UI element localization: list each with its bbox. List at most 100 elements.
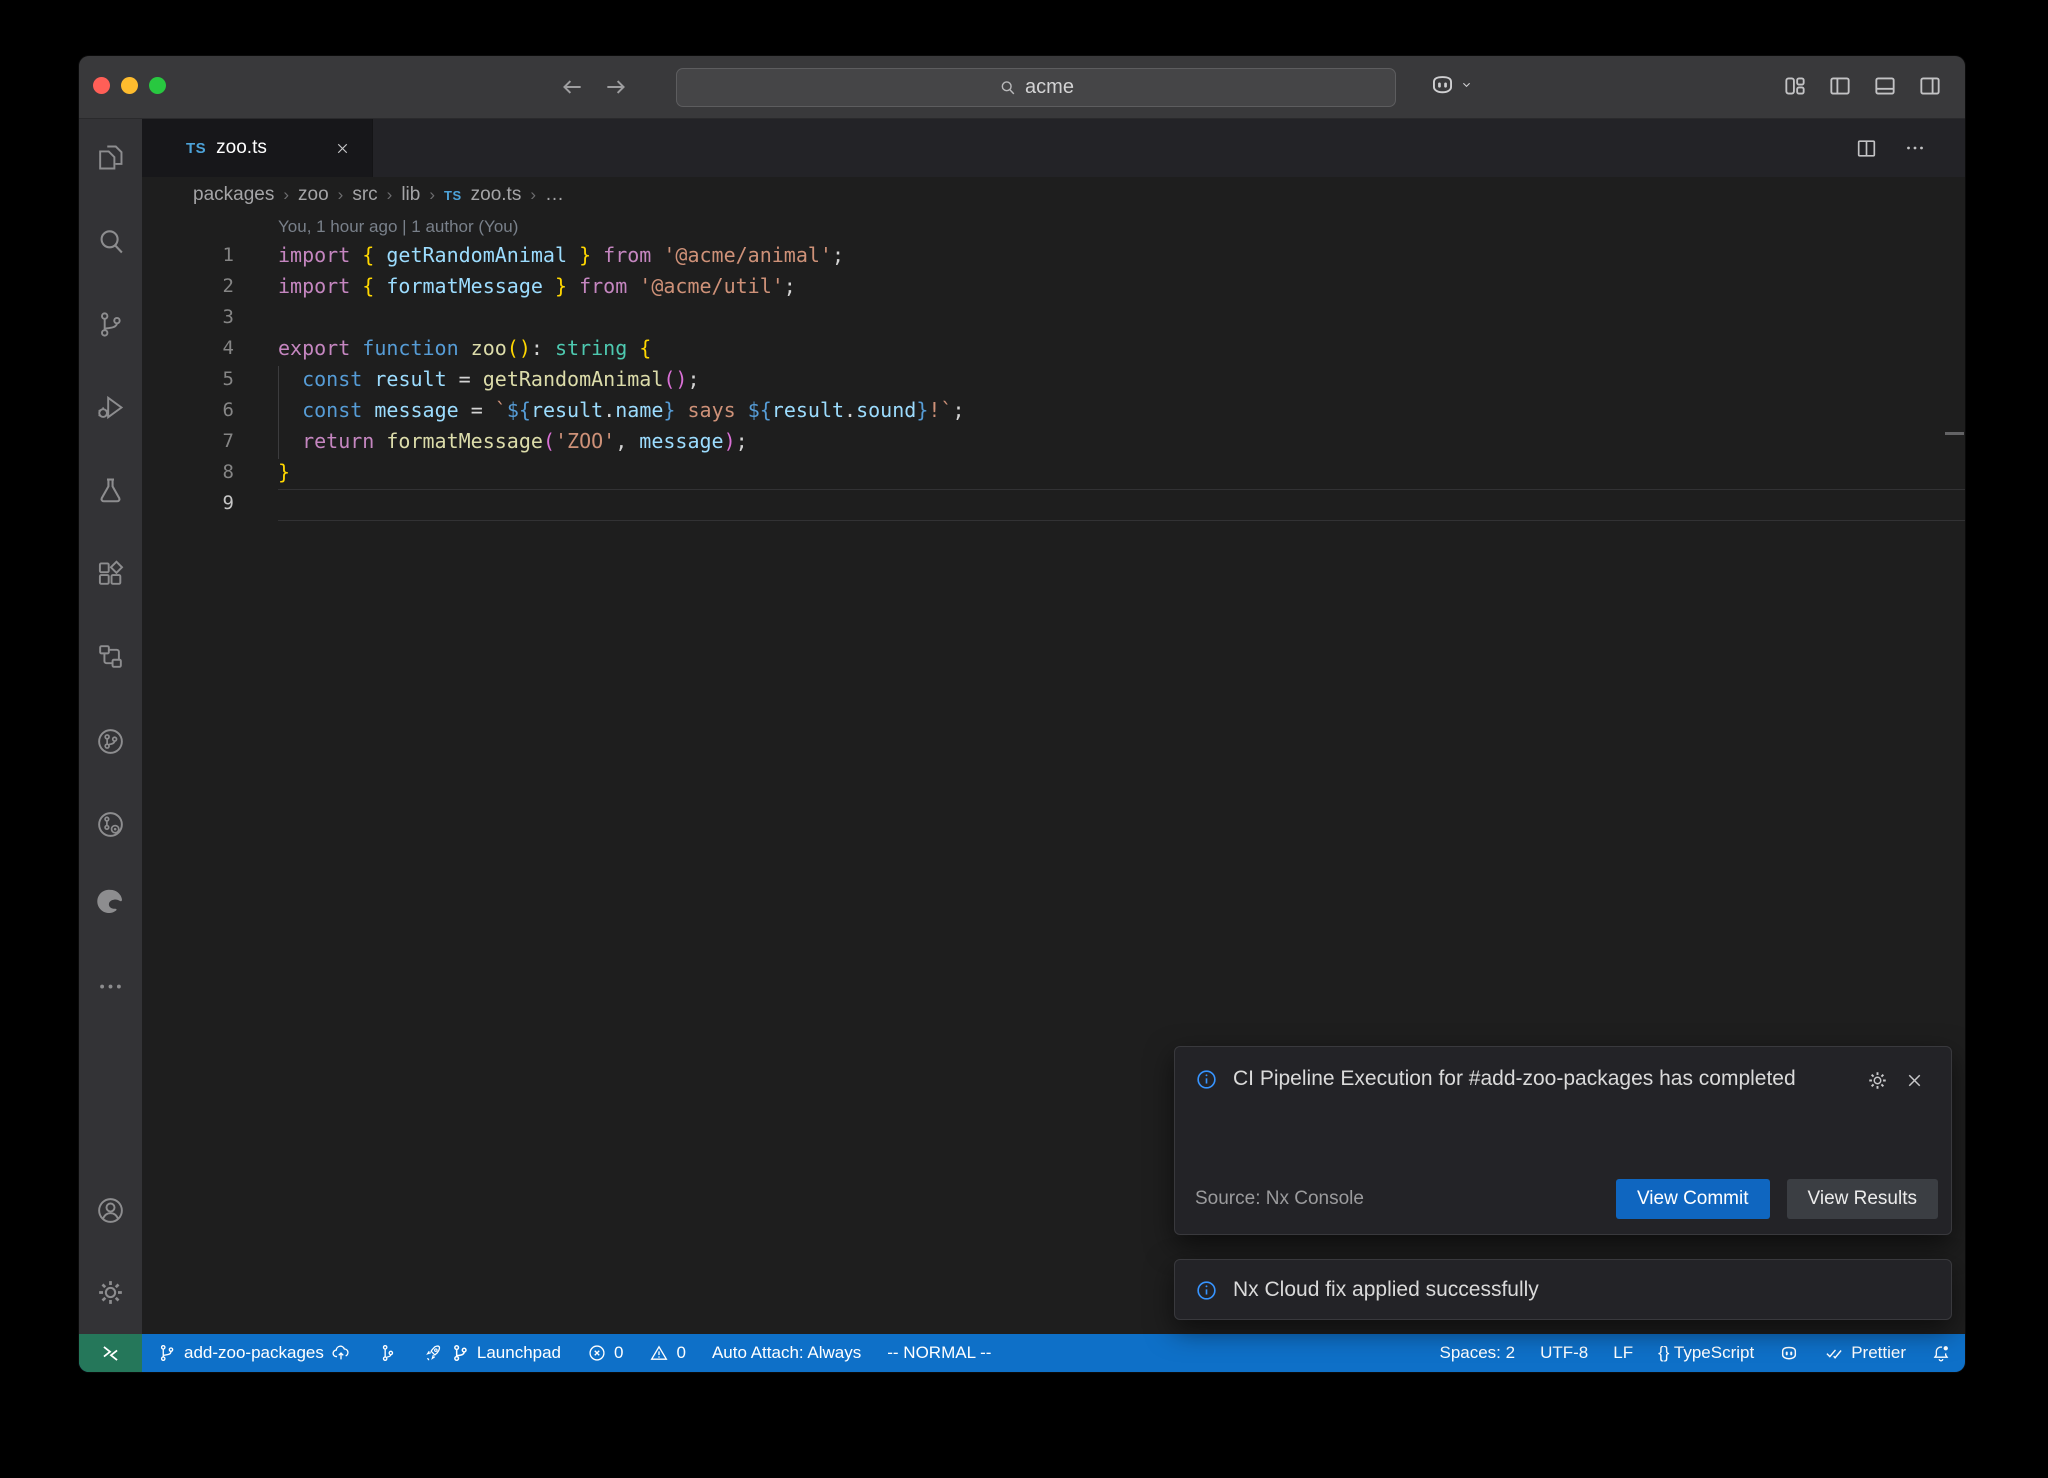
breadcrumb-item-src[interactable]: src: [352, 184, 377, 206]
breadcrumb-separator: ›: [429, 185, 435, 205]
breadcrumb-more[interactable]: …: [545, 184, 564, 206]
git-activity-icon[interactable]: [94, 807, 128, 841]
prettier-item[interactable]: Prettier: [1824, 1343, 1906, 1363]
account-icon[interactable]: [94, 1193, 128, 1227]
references-icon[interactable]: [94, 639, 128, 673]
breadcrumb-item-file[interactable]: zoo.ts: [471, 184, 522, 206]
bell-dot-icon: [1931, 1343, 1951, 1363]
vscode-window: acme TS zoo.ts: [78, 55, 1966, 1373]
settings-gear-icon[interactable]: [94, 1275, 128, 1309]
editor-more-actions-icon[interactable]: [1903, 136, 1927, 160]
notification-message: CI Pipeline Execution for #add-zoo-packa…: [1233, 1060, 1813, 1098]
breadcrumb-item-lib[interactable]: lib: [401, 184, 420, 206]
vim-mode-item-label: -- NORMAL --: [887, 1343, 991, 1363]
launchpad-item-label: Launchpad: [477, 1343, 561, 1363]
toggle-sidebar-left-icon[interactable]: [1827, 73, 1853, 99]
navigate-back-button[interactable]: [557, 72, 587, 102]
line-number: 5: [142, 364, 234, 395]
toggle-sidebar-right-icon[interactable]: [1917, 73, 1943, 99]
code-line-8[interactable]: 8}: [142, 457, 1965, 488]
window-zoom-button[interactable]: [149, 77, 166, 94]
editor-actions: [1854, 119, 1965, 177]
notification-settings-gear-icon[interactable]: [1866, 1069, 1889, 1092]
code-line-3[interactable]: 3: [142, 302, 1965, 333]
line-number: 7: [142, 426, 234, 457]
more-icon[interactable]: [94, 969, 128, 1003]
warning-triangle-icon: [649, 1343, 669, 1363]
breadcrumb-separator: ›: [530, 185, 536, 205]
line-number: 4: [142, 333, 234, 364]
activity-bar: [79, 119, 142, 1334]
run-debug-icon[interactable]: [94, 390, 128, 424]
auto-attach-item[interactable]: Auto Attach: Always: [712, 1343, 861, 1363]
git-graph-icon: [377, 1343, 397, 1363]
encoding-item-label: UTF-8: [1540, 1343, 1588, 1363]
language-item-label: {} TypeScript: [1658, 1343, 1754, 1363]
view-results-button[interactable]: View Results: [1787, 1179, 1938, 1219]
window-close-button[interactable]: [93, 77, 110, 94]
errors-item-label: 0: [614, 1343, 623, 1363]
edge-tools-icon[interactable]: [94, 884, 128, 918]
code-line-2[interactable]: 2import { formatMessage } from '@acme/ut…: [142, 271, 1965, 302]
tab-close-icon[interactable]: [332, 138, 352, 158]
toggle-panel-icon[interactable]: [1872, 73, 1898, 99]
notification-close-icon[interactable]: [1904, 1070, 1925, 1091]
spaces-item[interactable]: Spaces: 2: [1439, 1343, 1515, 1363]
search-icon: [998, 78, 1017, 97]
git-graph-item[interactable]: [377, 1343, 397, 1363]
git-branch-icon: [157, 1343, 177, 1363]
split-editor-icon[interactable]: [1854, 136, 1879, 161]
code-line-5[interactable]: 5 const result = getRandomAnimal();: [142, 364, 1965, 395]
code-line-1[interactable]: 1import { getRandomAnimal } from '@acme/…: [142, 240, 1965, 271]
branch-item-label: add-zoo-packages: [184, 1343, 324, 1363]
auto-attach-item-label: Auto Attach: Always: [712, 1343, 861, 1363]
info-icon: [1195, 1068, 1218, 1091]
line-number: 6: [142, 395, 234, 426]
customize-layout-icon[interactable]: [1782, 73, 1808, 99]
warnings-item-label: 0: [676, 1343, 685, 1363]
status-bar: add-zoo-packages Launchpad 0 0 Auto Attach: …: [79, 1334, 1965, 1372]
code-line-4[interactable]: 4export function zoo(): string {: [142, 333, 1965, 364]
desktop: acme TS zoo.ts: [0, 0, 2048, 1478]
branch-small-icon: [450, 1343, 470, 1363]
encoding-item[interactable]: UTF-8: [1540, 1343, 1588, 1363]
code-line-6[interactable]: 6 const message = `${result.name} says $…: [142, 395, 1965, 426]
explorer-icon[interactable]: [94, 140, 128, 174]
breadcrumb-separator: ›: [387, 185, 393, 205]
chevron-down-icon: [1459, 77, 1474, 92]
branch-item[interactable]: add-zoo-packages: [157, 1343, 351, 1363]
typescript-file-icon: TS: [444, 188, 462, 203]
copilot-status-item[interactable]: [1779, 1343, 1799, 1363]
launchpad-item[interactable]: Launchpad: [423, 1343, 561, 1363]
copilot-menu-button[interactable]: [1429, 71, 1474, 98]
extensions-icon[interactable]: [94, 556, 128, 590]
navigate-forward-button[interactable]: [601, 72, 631, 102]
errors-item[interactable]: 0: [587, 1343, 623, 1363]
tab-zoo-ts[interactable]: TS zoo.ts: [142, 119, 373, 177]
breadcrumb-separator: ›: [338, 185, 344, 205]
gitlens-icon[interactable]: [94, 724, 128, 758]
title-bar: acme: [79, 56, 1965, 119]
language-item[interactable]: {} TypeScript: [1658, 1343, 1754, 1363]
search-icon[interactable]: [94, 224, 128, 258]
window-minimize-button[interactable]: [121, 77, 138, 94]
eol-item[interactable]: LF: [1613, 1343, 1633, 1363]
breadcrumb-item-packages[interactable]: packages: [193, 184, 274, 206]
remote-indicator[interactable]: [79, 1334, 142, 1372]
copilot-icon: [1779, 1343, 1799, 1363]
code-line-7[interactable]: 7 return formatMessage('ZOO', message);: [142, 426, 1965, 457]
current-line-highlight: [278, 489, 1965, 521]
layout-controls: [1782, 73, 1943, 99]
indent-guide: [278, 366, 279, 459]
tab-label: zoo.ts: [216, 137, 267, 159]
breadcrumb-item-zoo[interactable]: zoo: [298, 184, 329, 206]
notification-source: Source: Nx Console: [1195, 1188, 1364, 1210]
command-center-search[interactable]: acme: [676, 68, 1396, 107]
warnings-item[interactable]: 0: [649, 1343, 685, 1363]
view-commit-button[interactable]: View Commit: [1616, 1179, 1770, 1219]
source-control-icon[interactable]: [94, 307, 128, 341]
vim-mode-item[interactable]: -- NORMAL --: [887, 1343, 991, 1363]
rocket-icon: [423, 1343, 443, 1363]
testing-icon[interactable]: [94, 473, 128, 507]
notifications-bell-item[interactable]: [1931, 1343, 1951, 1363]
